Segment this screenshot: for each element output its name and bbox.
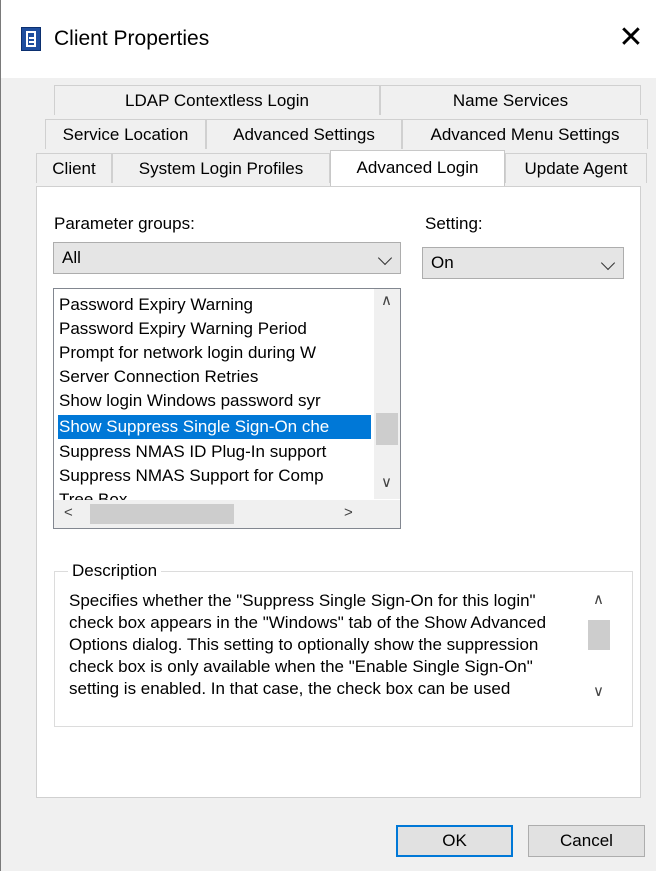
description-scrollbar[interactable]: ∧ ∨: [585, 586, 613, 704]
list-vertical-scrollbar[interactable]: ∧ ∨: [374, 289, 400, 499]
description-label: Description: [68, 561, 162, 581]
list-item[interactable]: Password Expiry Warning Period: [59, 317, 371, 341]
scroll-up-icon[interactable]: ∧: [381, 291, 392, 309]
parameter-groups-label: Parameter groups:: [54, 214, 195, 233]
list-item[interactable]: Suppress NMAS ID Plug-In support: [59, 440, 371, 464]
scroll-down-icon[interactable]: ∨: [381, 473, 392, 491]
scrollbar-thumb[interactable]: [90, 504, 234, 524]
list-item[interactable]: Show login Windows password syr: [59, 389, 371, 413]
tab-client[interactable]: Client: [36, 153, 112, 183]
list-item[interactable]: Suppress NMAS Support for Comp: [59, 464, 371, 488]
tab-service-location[interactable]: Service Location: [45, 119, 206, 149]
ok-button[interactable]: OK: [396, 825, 513, 857]
list-horizontal-scrollbar[interactable]: < >: [54, 500, 374, 528]
scrollbar-thumb[interactable]: [588, 620, 610, 650]
dialog-window: Client Properties ✕ LDAP Contextless Log…: [0, 0, 656, 871]
list-item[interactable]: Password Expiry Warning: [59, 293, 371, 317]
scrollbar-thumb[interactable]: [376, 413, 398, 445]
tab-advanced-settings[interactable]: Advanced Settings: [206, 119, 402, 149]
scroll-right-icon[interactable]: >: [344, 504, 353, 521]
chevron-down-icon: [377, 250, 393, 266]
setting-select[interactable]: On: [422, 247, 624, 279]
parameter-groups-value: All: [62, 248, 81, 267]
list-item-selected[interactable]: Show Suppress Single Sign-On che: [58, 415, 371, 439]
setting-value: On: [431, 253, 454, 272]
close-icon[interactable]: ✕: [611, 18, 651, 58]
tab-name-services[interactable]: Name Services: [380, 85, 641, 115]
tab-advanced-login[interactable]: Advanced Login: [330, 150, 505, 186]
tab-update-agent[interactable]: Update Agent: [505, 153, 647, 183]
chevron-down-icon: [600, 255, 616, 271]
scroll-corner: [374, 500, 400, 528]
scroll-down-icon[interactable]: ∨: [593, 682, 604, 700]
parameter-groups-select[interactable]: All: [53, 242, 401, 274]
scroll-left-icon[interactable]: <: [64, 504, 73, 521]
parameter-list[interactable]: Password Expiry Warning Password Expiry …: [53, 288, 401, 529]
cancel-button[interactable]: Cancel: [528, 825, 645, 857]
scroll-up-icon[interactable]: ∧: [593, 590, 604, 608]
description-text: Specifies whether the "Suppress Single S…: [69, 591, 547, 698]
tab-system-login-profiles[interactable]: System Login Profiles: [112, 153, 330, 183]
setting-label: Setting:: [425, 214, 483, 233]
app-icon: [21, 27, 41, 51]
tab-ldap-contextless-login[interactable]: LDAP Contextless Login: [54, 85, 380, 115]
title-bar: Client Properties ✕: [1, 0, 656, 78]
list-item[interactable]: Prompt for network login during W: [59, 341, 371, 365]
tab-advanced-menu-settings[interactable]: Advanced Menu Settings: [402, 119, 648, 149]
window-title: Client Properties: [54, 27, 210, 50]
list-item[interactable]: Server Connection Retries: [59, 365, 371, 389]
